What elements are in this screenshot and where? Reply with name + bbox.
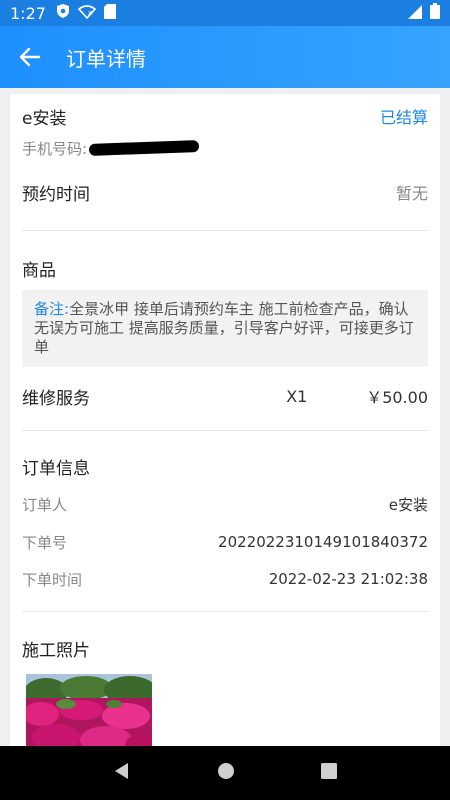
app-bar: 订单详情 xyxy=(0,26,450,88)
status-bar: 1:27 x xyxy=(0,0,450,26)
arrow-left-icon xyxy=(19,47,41,67)
order-detail-card: e安装 已结算 手机号码: 预约时间 暂无 商品 备注:全景冰甲 接单后请预约车… xyxy=(10,94,440,746)
divider xyxy=(22,611,428,612)
orderer-row: 订单人 e安装 xyxy=(22,492,428,516)
note-label: 备注: xyxy=(34,300,70,318)
page-title: 订单详情 xyxy=(66,46,146,71)
customer-name: e安装 xyxy=(22,108,67,129)
wifi-off-icon: x xyxy=(77,4,97,23)
appointment-row: 预约时间 暂无 xyxy=(22,180,428,205)
customer-row: e安装 已结算 xyxy=(22,104,428,129)
nav-home-button[interactable] xyxy=(217,762,235,784)
order-no-value: 20220223101491018403​72 xyxy=(218,533,428,551)
photos-title: 施工照片 xyxy=(22,640,90,661)
back-button[interactable] xyxy=(0,26,60,88)
signal-icon xyxy=(408,4,422,23)
circle-home-icon xyxy=(218,763,234,779)
note-text: 全景冰甲 接单后请预约车主 施工前检查产品，确认无误方可施工 提高服务质量，引导… xyxy=(34,300,414,356)
construction-photo[interactable] xyxy=(26,674,152,746)
order-time-label: 下单时间 xyxy=(22,570,83,589)
order-time-value: 2022-02-23 21:02:38 xyxy=(268,570,428,588)
shield-icon xyxy=(56,3,70,23)
nav-recents-button[interactable] xyxy=(321,763,337,783)
order-no-label: 下单号 xyxy=(22,533,68,552)
order-no-row: 下单号 20220223101491018403​72 xyxy=(22,530,428,554)
divider xyxy=(22,430,428,431)
phone-label: 手机号码: xyxy=(22,139,88,158)
orderer-value: e安装 xyxy=(388,495,428,514)
status-time: 1:27 xyxy=(10,3,46,23)
nav-back-button[interactable] xyxy=(113,762,131,784)
phone-row: 手机号码: xyxy=(22,136,428,160)
sd-card-icon xyxy=(103,3,116,23)
item-qty: X1 xyxy=(286,386,308,406)
appointment-value: 暂无 xyxy=(395,184,428,203)
item-price: ￥50.00 xyxy=(366,388,428,407)
phone-redacted xyxy=(88,140,200,156)
order-time-row: 下单时间 2022-02-23 21:02:38 xyxy=(22,567,428,591)
photos-header: 施工照片 xyxy=(22,636,428,661)
order-info-header: 订单信息 xyxy=(22,454,428,479)
item-name: 维修服务 xyxy=(22,388,90,409)
goods-title: 商品 xyxy=(22,260,56,281)
battery-icon xyxy=(430,3,440,23)
goods-item-row: 维修服务 X1 ￥50.00 xyxy=(22,384,428,409)
orderer-label: 订单人 xyxy=(22,495,68,514)
goods-note: 备注:全景冰甲 接单后请预约车主 施工前检查产品，确认无误方可施工 提高服务质量… xyxy=(22,290,428,367)
goods-header: 商品 xyxy=(22,256,428,281)
appointment-label: 预约时间 xyxy=(22,184,90,205)
svg-text:x: x xyxy=(88,9,92,17)
divider xyxy=(22,230,428,231)
order-info-title: 订单信息 xyxy=(22,458,90,479)
triangle-back-icon xyxy=(115,763,128,779)
status-badge: 已结算 xyxy=(379,108,428,127)
square-recents-icon xyxy=(321,763,337,779)
system-nav-bar xyxy=(0,746,450,800)
